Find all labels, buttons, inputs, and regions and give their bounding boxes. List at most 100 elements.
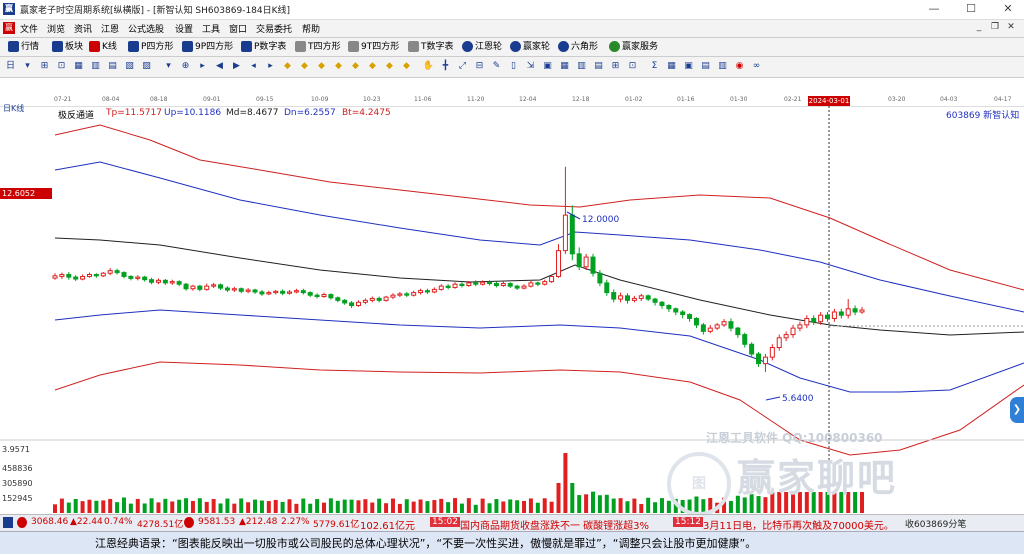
draw-tool-33-icon[interactable]: ▥ [575,60,588,73]
toolbar-p-square-button[interactable]: P四方形 [128,40,173,54]
draw-tool-14-icon[interactable]: ◂ [247,60,260,73]
toolbar-service-button[interactable]: 赢家服务 [609,40,658,54]
sz-index-value[interactable]: 9581.53 [198,517,235,527]
draw-tool-21-icon[interactable]: ◆ [366,60,379,73]
menu-formula[interactable]: 公式选股 [128,22,164,35]
draw-tool-42-icon[interactable]: ◉ [733,60,746,73]
toolbar-sector-button[interactable]: 板块 [52,40,83,54]
draw-tool-24-icon[interactable]: ✋ [422,60,435,73]
toolbar-t-square-button[interactable]: T四方形 [295,40,341,54]
draw-tool-18-icon[interactable]: ◆ [315,60,328,73]
draw-tool-17-icon[interactable]: ◆ [298,60,311,73]
maximize-button[interactable]: ☐ [962,1,980,17]
menu-app-icon[interactable]: 赢 [3,22,15,34]
draw-tool-37-icon[interactable]: Σ [648,60,661,73]
draw-tool-4-icon[interactable]: ▦ [72,60,85,73]
toolbar-gann-wheel-button[interactable]: 江恩轮 [462,40,502,54]
draw-tool-28-icon[interactable]: ✎ [490,60,503,73]
draw-tool-23-icon[interactable]: ◆ [400,60,413,73]
draw-tool-26-icon[interactable]: ⤢ [456,60,469,73]
toolbar-quotes-button[interactable]: 行情 [8,40,39,54]
draw-tool-2-icon[interactable]: ⊞ [38,60,51,73]
draw-tool-36-icon[interactable]: ⊡ [626,60,639,73]
draw-tool-32-icon[interactable]: ▦ [558,60,571,73]
volume-bar [328,498,333,513]
sh-index-value[interactable]: 3068.46 [31,517,68,527]
draw-tool-5-icon[interactable]: ▥ [89,60,102,73]
draw-tool-30-icon[interactable]: ⇲ [524,60,537,73]
candle-body [224,287,230,291]
candle-body [438,285,444,290]
toolbar-winner-wheel-button[interactable]: 赢家轮 [510,40,550,54]
menu-trade[interactable]: 交易委托 [256,22,292,35]
side-expand-button[interactable]: ❯ [1010,397,1024,423]
toolbar-9p-square-button[interactable]: 9P四方形 [182,40,233,54]
draw-tool-27-icon[interactable]: ⊟ [473,60,486,73]
draw-tool-0-icon[interactable]: 日 [4,60,17,73]
draw-tool-13-icon[interactable]: ▶ [230,60,243,73]
candle-body [59,274,65,277]
candle-body [762,356,768,365]
candle-body [266,292,272,295]
draw-tool-11-icon[interactable]: ▸ [196,60,209,73]
draw-tool-43-icon[interactable]: ∞ [750,60,763,73]
candle-body [576,253,582,268]
draw-tool-12-icon[interactable]: ◀ [213,60,226,73]
nine-p-square-icon [182,41,193,52]
draw-tool-6-icon[interactable]: ▤ [106,60,119,73]
menu-browse[interactable]: 浏览 [47,22,65,35]
draw-tool-40-icon[interactable]: ▤ [699,60,712,73]
status-menu-icon[interactable] [3,517,13,528]
draw-tool-22-icon[interactable]: ◆ [383,60,396,73]
draw-tool-3-icon[interactable]: ⊡ [55,60,68,73]
draw-tool-38-icon[interactable]: ▦ [665,60,678,73]
menu-info[interactable]: 资讯 [74,22,92,35]
draw-tool-9-icon[interactable]: ▾ [162,60,175,73]
toolbar-t-table-button[interactable]: T数字表 [408,40,454,54]
candle-body [618,295,624,300]
news-ticker-1[interactable]: 国内商品期货收盘涨跌不一 碳酸锂涨超3% [460,517,649,532]
close-button[interactable]: ✕ [999,1,1017,17]
candle-body [652,298,658,303]
volume-bar [453,498,458,513]
menu-tools[interactable]: 工具 [202,22,220,35]
draw-tool-15-icon[interactable]: ▸ [264,60,277,73]
toolbar-p-table-label: P数字表 [254,42,287,52]
news-ticker-2[interactable]: 3月11日电，比特币再次触及70000美元。 [703,517,894,532]
toolbar-kline-button[interactable]: K线 [89,40,117,54]
minimize-button[interactable]: — [925,1,943,17]
draw-tool-34-icon[interactable]: ▤ [592,60,605,73]
candle-body [811,317,817,323]
draw-tool-41-icon[interactable]: ▥ [716,60,729,73]
candle-body [583,256,589,268]
volume-bar [53,504,57,513]
draw-tool-39-icon[interactable]: ▣ [682,60,695,73]
draw-tool-16-icon[interactable]: ◆ [281,60,294,73]
volume-bar [508,499,513,513]
toolbar-p-table-button[interactable]: P数字表 [241,40,286,54]
volume-bar [87,499,92,513]
child-minimize-button[interactable]: _ [972,22,986,35]
draw-tool-31-icon[interactable]: ▣ [541,60,554,73]
draw-tool-19-icon[interactable]: ◆ [332,60,345,73]
menu-help[interactable]: 帮助 [302,22,320,35]
child-restore-button[interactable]: ❐ [988,22,1002,35]
draw-tool-1-icon[interactable]: ▾ [21,60,34,73]
menu-file[interactable]: 文件 [20,22,38,35]
child-close-button[interactable]: ✕ [1004,22,1018,35]
toolbar-hexagon-button[interactable]: 六角形 [558,40,598,54]
menu-settings[interactable]: 设置 [175,22,193,35]
draw-tool-29-icon[interactable]: ▯ [507,60,520,73]
candle-body [342,299,348,304]
toolbar-9t-square-button[interactable]: 9T四方形 [348,40,399,54]
draw-tool-20-icon[interactable]: ◆ [349,60,362,73]
draw-tool-10-icon[interactable]: ⊕ [179,60,192,73]
volume-bar [204,501,209,513]
draw-tool-7-icon[interactable]: ▧ [123,60,136,73]
draw-tool-25-icon[interactable]: ╋ [439,60,452,73]
menu-gann[interactable]: 江恩 [101,22,119,35]
menu-window[interactable]: 窗口 [229,22,247,35]
draw-tool-8-icon[interactable]: ▨ [140,60,153,73]
draw-tool-35-icon[interactable]: ⊞ [609,60,622,73]
tick-window-label[interactable]: 收603869分笔 [905,517,966,530]
